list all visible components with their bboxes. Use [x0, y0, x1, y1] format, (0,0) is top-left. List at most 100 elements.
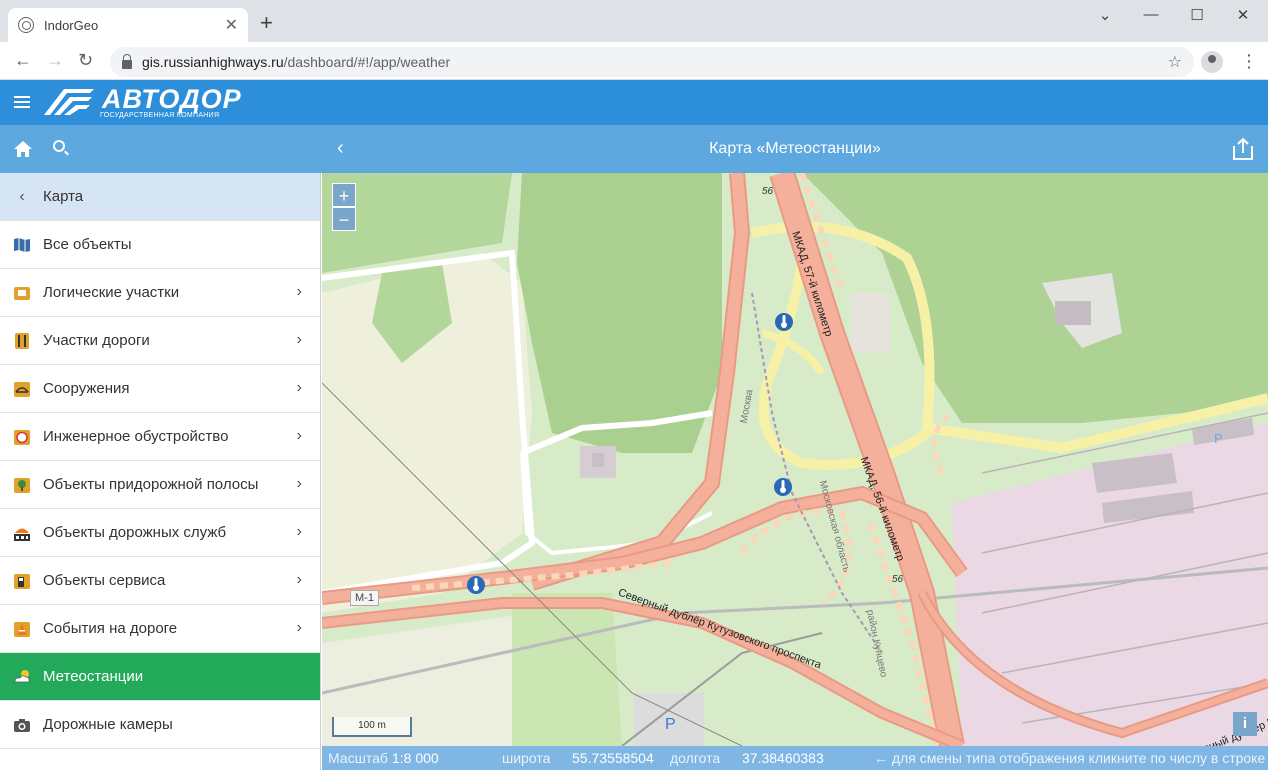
scale-bar-label: 100 m [358, 720, 386, 731]
parking-label: P [1214, 431, 1223, 446]
sidebar-item-logical-sections[interactable]: Логические участки › [0, 269, 320, 317]
avtodor-logo: АВТОДОР ГОСУДАРСТВЕННАЯ КОМПАНИЯ [42, 85, 242, 121]
address-bar[interactable]: gis.russianhighways.ru/dashboard/#!/app/… [110, 47, 1194, 77]
zoom-in-button[interactable]: + [332, 183, 356, 207]
chevron-right-icon: › [296, 379, 302, 396]
profile-avatar-icon[interactable] [1201, 51, 1223, 73]
latitude-value[interactable]: 55.73558504 [572, 746, 654, 770]
back-icon[interactable]: ← [14, 50, 32, 71]
bridge-icon [12, 379, 32, 399]
road-sign-icon [12, 427, 32, 447]
maximize-button[interactable]: ☐ [1174, 6, 1220, 24]
app-subheader: ‹ Карта «Метеостанции» [0, 125, 1268, 173]
longitude-value[interactable]: 37.38460383 [742, 746, 824, 770]
browser-tabbar: IndorGeo ✕ + ⌄ — ☐ ✕ [0, 0, 1268, 42]
sidebar-header-map[interactable]: ‹ Карта [0, 173, 320, 221]
chevron-right-icon: › [296, 571, 302, 588]
sidebar: ‹ Карта Все объекты Логические участки ›… [0, 173, 321, 770]
sidebar-item-label: Метеостанции [43, 668, 144, 685]
sidebar-item-road-sections[interactable]: Участки дороги › [0, 317, 320, 365]
reload-icon[interactable]: ↻ [78, 50, 93, 71]
weather-station-marker[interactable] [774, 478, 792, 496]
sidebar-item-label: События на дороге [43, 620, 178, 637]
new-tab-button[interactable]: + [260, 12, 273, 34]
road-shield-m1: М-1 [350, 590, 379, 606]
share-export-icon[interactable] [1232, 137, 1254, 161]
logo-text: АВТОДОР [102, 84, 242, 114]
sidebar-item-road-services[interactable]: Объекты дорожных служб › [0, 509, 320, 557]
map-icon [12, 235, 32, 255]
info-button[interactable]: i [1233, 712, 1257, 736]
logo-subtitle: ГОСУДАРСТВЕННАЯ КОМПАНИЯ [100, 112, 220, 119]
sidebar-item-service[interactable]: Объекты сервиса › [0, 557, 320, 605]
latitude-label: широта [502, 750, 551, 766]
browser-tab[interactable]: IndorGeo ✕ [8, 8, 248, 42]
road-sections-icon [12, 331, 32, 351]
sidebar-item-road-cameras[interactable]: Дорожные камеры [0, 701, 320, 749]
map-canvas[interactable]: P P МКАД, 57-й километр МКАД, 56-й килом… [322, 173, 1268, 746]
sidebar-item-label: Объекты дорожных служб [43, 524, 227, 541]
sidebar-item-label: Все объекты [43, 236, 132, 253]
chevron-right-icon: › [296, 475, 302, 492]
sidebar-item-structures[interactable]: Сооружения › [0, 365, 320, 413]
map-status-bar: Масштаб 1:8 000 широта 55.73558504 долго… [322, 746, 1268, 770]
chevron-right-icon: › [296, 619, 302, 636]
parking-label: P [665, 716, 676, 733]
sidebar-item-engineering[interactable]: Инженерное обустройство › [0, 413, 320, 461]
map-label-km56: 56 [892, 574, 904, 585]
chevron-right-icon: › [296, 331, 302, 348]
minimize-button[interactable]: — [1128, 6, 1174, 23]
camera-icon [12, 715, 32, 735]
app-header: АВТОДОР ГОСУДАРСТВЕННАЯ КОМПАНИЯ [0, 80, 1268, 125]
avtodor-emblem-icon [44, 89, 94, 115]
tab-close-icon[interactable]: ✕ [225, 15, 238, 35]
road-worker-icon [12, 523, 32, 543]
bookmark-star-icon[interactable]: ☆ [1168, 52, 1182, 72]
status-hint: ← для смены типа отображения кликните по… [874, 750, 1266, 766]
chevron-right-icon: › [296, 427, 302, 444]
warning-cone-icon [12, 619, 32, 639]
sidebar-item-label: Объекты придорожной полосы [43, 476, 259, 493]
chevron-right-icon: › [296, 523, 302, 540]
weather-icon [12, 667, 32, 687]
sidebar-item-roadside[interactable]: Объекты придорожной полосы › [0, 461, 320, 509]
sidebar-item-label: Дорожные камеры [43, 716, 173, 733]
forward-icon[interactable]: → [46, 50, 64, 71]
home-icon[interactable] [13, 140, 33, 158]
url-path: /dashboard/#!/app/weather [283, 54, 451, 70]
fuel-station-icon [12, 571, 32, 591]
zoom-out-button[interactable]: − [332, 207, 356, 231]
scale-label: Масштаб [328, 750, 388, 766]
sidebar-item-road-events[interactable]: События на дороге › [0, 605, 320, 653]
longitude-label: долгота [670, 750, 721, 766]
tab-search-icon[interactable]: ⌄ [1082, 6, 1128, 24]
back-chevron-icon: ‹ [19, 187, 25, 205]
browser-menu-icon[interactable]: ⋮ [1240, 51, 1258, 72]
logical-sections-icon [12, 283, 32, 303]
page-title: Карта «Метеостанции» [709, 140, 881, 157]
hamburger-menu-icon[interactable] [14, 96, 30, 108]
sidebar-item-weather-stations[interactable]: Метеостанции [0, 653, 320, 701]
sidebar-item-label: Участки дороги [43, 332, 150, 349]
scale-value[interactable]: 1:8 000 [392, 746, 439, 770]
map-scale-bar: 100 m [332, 717, 412, 737]
search-icon[interactable] [53, 140, 65, 152]
sidebar-item-label: Логические участки [43, 284, 180, 301]
url-host: gis.russianhighways.ru [142, 54, 284, 70]
tree-icon [12, 475, 32, 495]
sidebar-item-label: Объекты сервиса [43, 572, 166, 589]
chevron-right-icon: › [296, 283, 302, 300]
map-label-km56: 56 [762, 186, 774, 197]
favicon-icon [18, 17, 34, 33]
tab-title: IndorGeo [44, 17, 99, 33]
close-window-button[interactable]: ✕ [1220, 6, 1266, 24]
weather-station-marker[interactable] [467, 576, 485, 594]
sidebar-item-label: Сооружения [43, 380, 130, 397]
browser-toolbar: ← → ↻ gis.russianhighways.ru/dashboard/#… [0, 42, 1268, 80]
zoom-controls: + − [332, 183, 356, 233]
sidebar-header-label: Карта [43, 188, 84, 205]
sidebar-item-all-objects[interactable]: Все объекты [0, 221, 320, 269]
sidebar-item-label: Инженерное обустройство [43, 428, 229, 445]
lock-icon [122, 53, 132, 69]
weather-station-marker[interactable] [775, 313, 793, 331]
